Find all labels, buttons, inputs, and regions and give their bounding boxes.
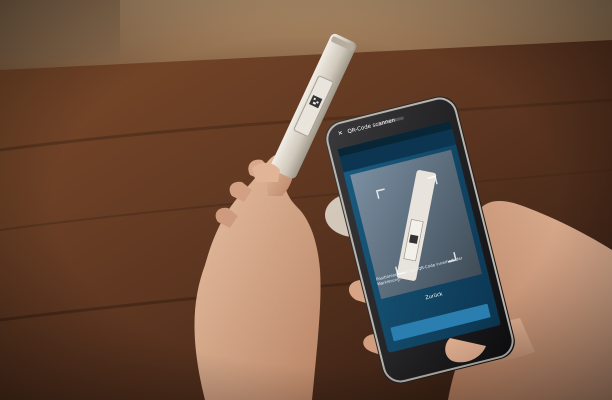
scene-illustration [0,0,612,400]
close-icon[interactable]: ✕ [337,130,344,138]
phone-header-title: QR-Code scannen [347,117,396,136]
photo-scene: QR-Code scannen ✕ Positionieren Sie den … [0,0,612,400]
